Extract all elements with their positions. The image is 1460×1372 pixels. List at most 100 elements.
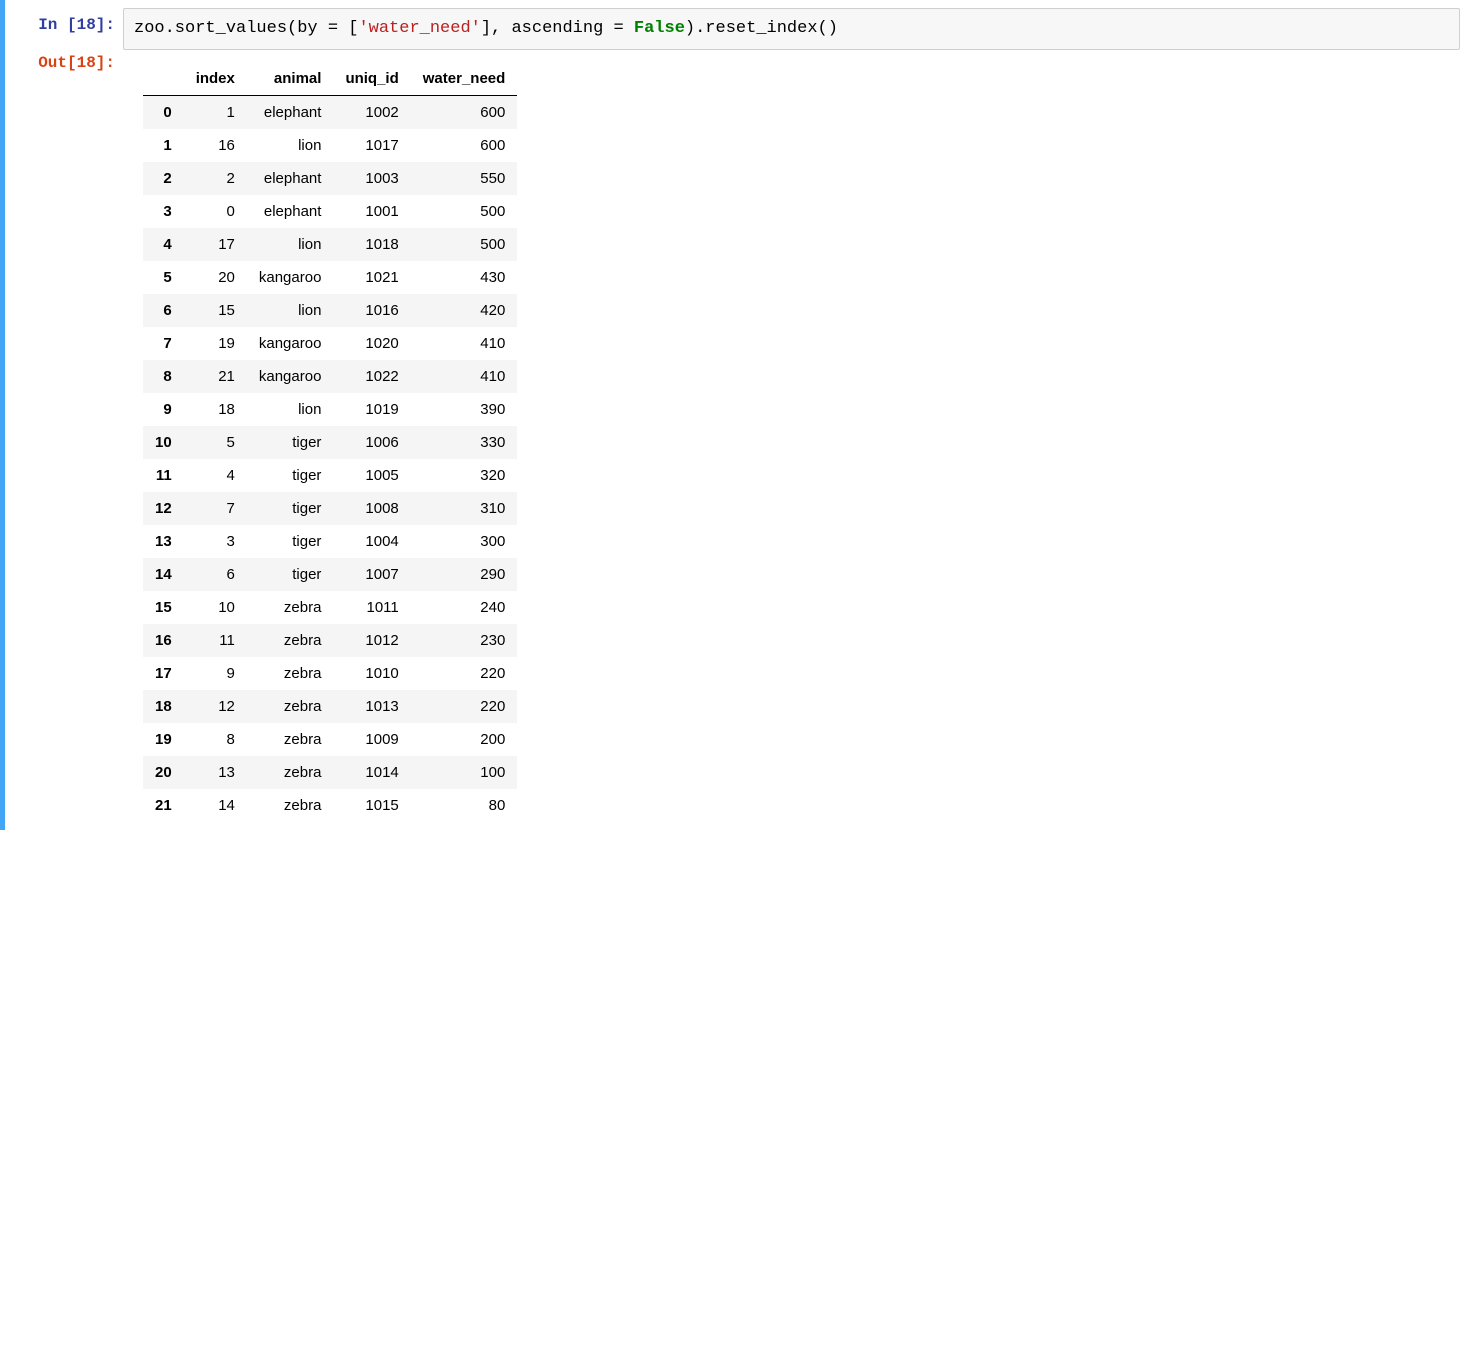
cell-animal: elephant [247, 95, 334, 129]
cell-animal: tiger [247, 525, 334, 558]
cell-water_need: 220 [411, 657, 518, 690]
cell-uniq_id: 1010 [333, 657, 410, 690]
row-index-header: 20 [143, 756, 184, 789]
cell-uniq_id: 1019 [333, 393, 410, 426]
row-index-header: 13 [143, 525, 184, 558]
cell-animal: lion [247, 294, 334, 327]
content-column: zoo.sort_values(by = ['water_need'], asc… [123, 8, 1460, 822]
table-row: 179zebra1010220 [143, 657, 517, 690]
cell-uniq_id: 1007 [333, 558, 410, 591]
output-area: index animal uniq_id water_need 01 elepha… [123, 62, 1460, 822]
cell-animal: tiger [247, 558, 334, 591]
cell-animal: lion [247, 129, 334, 162]
header-water-need: water_need [411, 62, 518, 96]
header-index: index [184, 62, 247, 96]
cell-water_need: 290 [411, 558, 518, 591]
table-row: 417lion1018500 [143, 228, 517, 261]
cell-water_need: 230 [411, 624, 518, 657]
cell-animal: tiger [247, 459, 334, 492]
cell-water_need: 390 [411, 393, 518, 426]
cell-index: 2 [184, 162, 247, 195]
cell-uniq_id: 1004 [333, 525, 410, 558]
cell-index: 8 [184, 723, 247, 756]
cell-index: 4 [184, 459, 247, 492]
table-row: 1611zebra1012230 [143, 624, 517, 657]
cell-uniq_id: 1009 [333, 723, 410, 756]
code-token: ], ascending = [481, 19, 634, 38]
cell-water_need: 310 [411, 492, 518, 525]
cell-animal: zebra [247, 756, 334, 789]
table-row: 1812zebra1013220 [143, 690, 517, 723]
table-row: 615lion1016420 [143, 294, 517, 327]
cell-animal: lion [247, 228, 334, 261]
row-index-header: 0 [143, 95, 184, 129]
table-row: 198zebra1009200 [143, 723, 517, 756]
table-header: index animal uniq_id water_need [143, 62, 517, 96]
table-row: 116lion1017600 [143, 129, 517, 162]
cell-water_need: 420 [411, 294, 518, 327]
cell-animal: kangaroo [247, 360, 334, 393]
cell-index: 16 [184, 129, 247, 162]
row-index-header: 5 [143, 261, 184, 294]
row-index-header: 3 [143, 195, 184, 228]
cell-water_need: 550 [411, 162, 518, 195]
cell-uniq_id: 1013 [333, 690, 410, 723]
cell-uniq_id: 1020 [333, 327, 410, 360]
cell-animal: kangaroo [247, 261, 334, 294]
row-index-header: 15 [143, 591, 184, 624]
cell-uniq_id: 1011 [333, 591, 410, 624]
cell-water_need: 600 [411, 95, 518, 129]
cell-water_need: 100 [411, 756, 518, 789]
row-index-header: 21 [143, 789, 184, 822]
table-row: 2114zebra101580 [143, 789, 517, 822]
cell-animal: zebra [247, 624, 334, 657]
cell-uniq_id: 1017 [333, 129, 410, 162]
cell-index: 14 [184, 789, 247, 822]
row-index-header: 16 [143, 624, 184, 657]
cell-index: 15 [184, 294, 247, 327]
row-index-header: 11 [143, 459, 184, 492]
row-index-header: 9 [143, 393, 184, 426]
cell-animal: zebra [247, 657, 334, 690]
cell-water_need: 330 [411, 426, 518, 459]
table-row: 719kangaroo1020410 [143, 327, 517, 360]
cell-index: 20 [184, 261, 247, 294]
code-token: ).reset_index() [685, 19, 838, 38]
notebook-cell: In [18]: Out[18]: zoo.sort_values(by = [… [0, 0, 1460, 830]
cell-water_need: 80 [411, 789, 518, 822]
table-row: 30elephant1001500 [143, 195, 517, 228]
row-index-header: 17 [143, 657, 184, 690]
cell-uniq_id: 1003 [333, 162, 410, 195]
table-body: 01elephant1002600116lion101760022elephan… [143, 95, 517, 822]
row-index-header: 18 [143, 690, 184, 723]
cell-uniq_id: 1012 [333, 624, 410, 657]
code-token: zoo.sort_values(by = [ [134, 19, 358, 38]
row-index-header: 12 [143, 492, 184, 525]
cell-water_need: 240 [411, 591, 518, 624]
table-row: 2013zebra1014100 [143, 756, 517, 789]
cell-uniq_id: 1006 [333, 426, 410, 459]
table-row: 821kangaroo1022410 [143, 360, 517, 393]
table-row: 127tiger1008310 [143, 492, 517, 525]
code-input[interactable]: zoo.sort_values(by = ['water_need'], asc… [123, 8, 1460, 50]
row-index-header: 1 [143, 129, 184, 162]
cell-animal: zebra [247, 723, 334, 756]
cell-uniq_id: 1002 [333, 95, 410, 129]
cell-index: 10 [184, 591, 247, 624]
cell-index: 17 [184, 228, 247, 261]
cell-index: 5 [184, 426, 247, 459]
cell-uniq_id: 1005 [333, 459, 410, 492]
cell-index: 11 [184, 624, 247, 657]
cell-index: 9 [184, 657, 247, 690]
row-index-header: 7 [143, 327, 184, 360]
prompt-column: In [18]: Out[18]: [5, 8, 123, 822]
cell-index: 0 [184, 195, 247, 228]
cell-index: 7 [184, 492, 247, 525]
cell-animal: lion [247, 393, 334, 426]
table-header-row: index animal uniq_id water_need [143, 62, 517, 96]
cell-index: 21 [184, 360, 247, 393]
cell-water_need: 600 [411, 129, 518, 162]
cell-water_need: 220 [411, 690, 518, 723]
row-index-header: 14 [143, 558, 184, 591]
cell-index: 3 [184, 525, 247, 558]
